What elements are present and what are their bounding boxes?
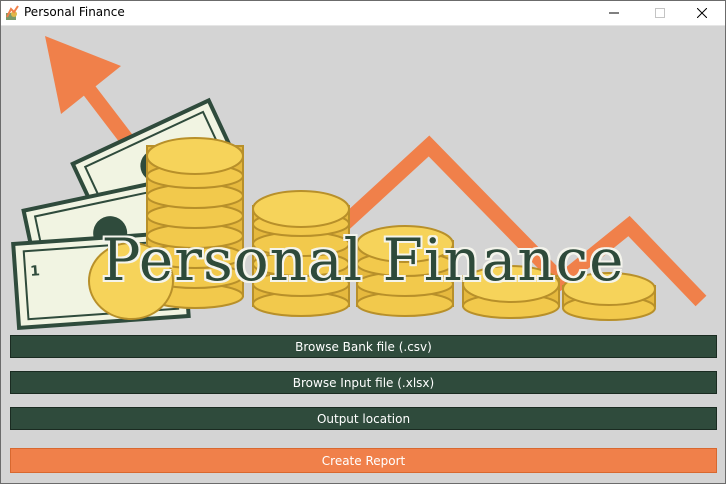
minimize-button[interactable] [591, 1, 637, 25]
app-window: Personal Finance 1 Personal Finance Brow… [0, 0, 726, 484]
title-bar[interactable]: Personal Finance [1, 1, 725, 26]
minimize-icon [609, 12, 619, 14]
output-location-button[interactable]: Output location [10, 407, 717, 430]
finance-app-icon [6, 5, 19, 20]
close-icon [697, 8, 707, 18]
window-title: Personal Finance [24, 5, 125, 19]
browse-input-file-button[interactable]: Browse Input file (.xlsx) [10, 371, 717, 394]
banner-title: Personal Finance [101, 226, 625, 294]
browse-bank-file-button[interactable]: Browse Bank file (.csv) [10, 335, 717, 358]
finance-banner: 1 Personal Finance [1, 26, 725, 331]
create-report-button[interactable]: Create Report [10, 448, 717, 473]
close-button[interactable] [679, 1, 725, 25]
maximize-button[interactable] [637, 1, 683, 25]
maximize-icon [655, 8, 665, 18]
